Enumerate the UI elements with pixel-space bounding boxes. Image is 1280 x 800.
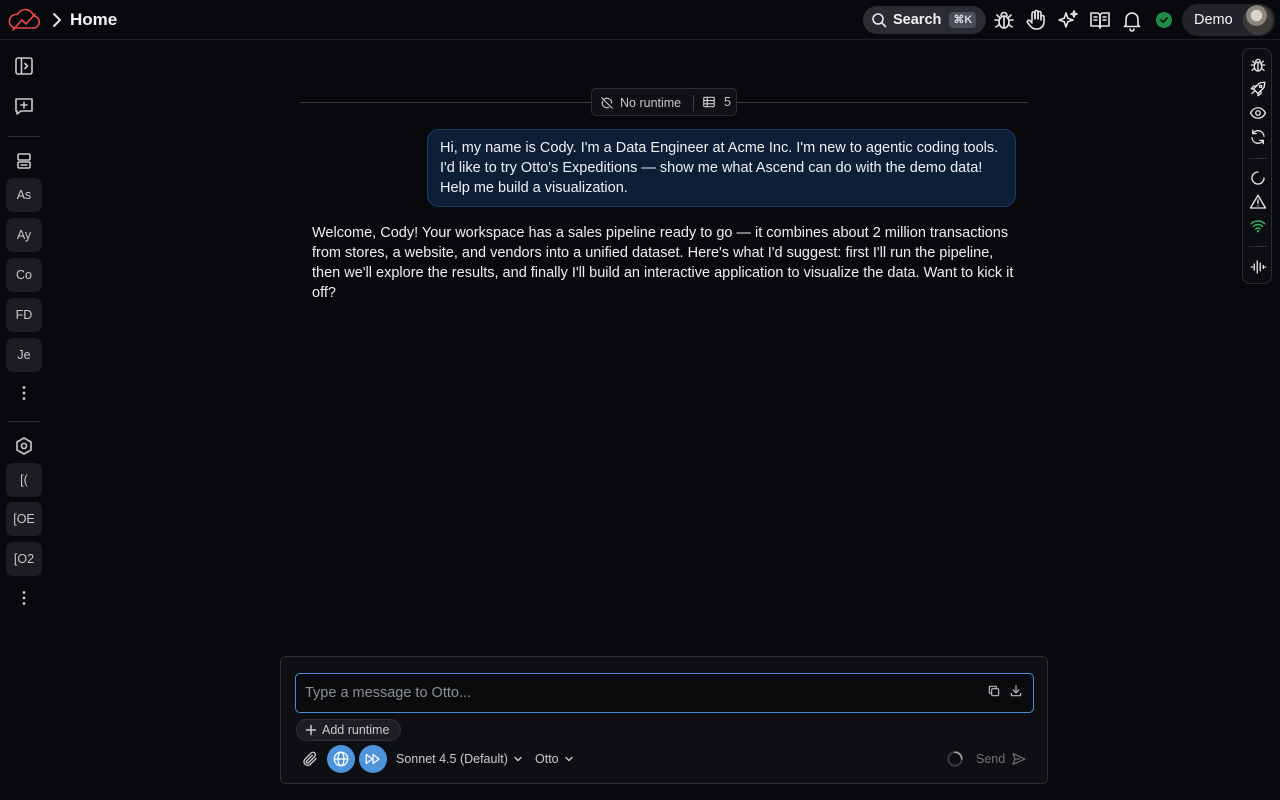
book-icon[interactable] (1088, 8, 1112, 32)
more-workspaces-icon[interactable] (14, 588, 34, 608)
auto-run-toggle[interactable] (359, 745, 387, 773)
user-message: Hi, my name is Cody. I'm a Data Engineer… (427, 129, 1016, 207)
more-projects-icon[interactable] (14, 383, 34, 403)
bug-icon[interactable] (992, 8, 1016, 32)
download-icon[interactable] (1009, 684, 1023, 698)
tables-button[interactable]: 5 (702, 94, 731, 110)
fast-forward-icon (364, 750, 382, 768)
sidebar-item-project[interactable]: Co (6, 258, 42, 292)
debug-icon[interactable] (1249, 56, 1267, 74)
top-bar: Home Search ⌘K Demo (0, 0, 1280, 40)
hexagon-settings-icon[interactable] (12, 434, 36, 458)
breadcrumb-chevron-icon (50, 12, 64, 28)
loading-spinner-icon (946, 750, 964, 768)
copy-icon[interactable] (987, 684, 1001, 698)
sidebar-item-project[interactable]: Ay (6, 218, 42, 252)
plus-icon (305, 724, 317, 736)
server-icon[interactable] (12, 149, 36, 173)
chevron-down-icon (508, 754, 523, 764)
rail-divider (1249, 246, 1267, 247)
sidebar-item-workspace[interactable]: [OE (6, 502, 42, 536)
sidebar-item-project[interactable]: As (6, 178, 42, 212)
agent-label: Otto (535, 752, 559, 766)
runtime-status-bar: No runtime 5 (591, 88, 737, 116)
wifi-icon[interactable] (1249, 217, 1267, 235)
new-chat-icon[interactable] (12, 94, 36, 118)
table-count: 5 (724, 95, 731, 109)
model-label: Sonnet 4.5 (Default) (396, 752, 508, 766)
model-selector[interactable]: Sonnet 4.5 (Default) (396, 751, 523, 767)
ascend-logo-icon[interactable] (7, 7, 41, 33)
loading-icon[interactable] (1249, 169, 1267, 187)
sparkles-icon[interactable] (1056, 8, 1080, 32)
runtime-selector[interactable]: No runtime (600, 95, 681, 111)
eye-icon[interactable] (1249, 104, 1267, 122)
sidebar-divider (8, 136, 40, 137)
rail-divider (1249, 158, 1267, 159)
agent-selector[interactable]: Otto (535, 751, 574, 767)
table-icon (702, 95, 716, 109)
runtime-separator (693, 95, 694, 111)
sidebar-item-workspace[interactable]: [O2 (6, 542, 42, 576)
message-composer: Add runtime Sonnet 4.5 (Default) Otto (280, 656, 1048, 784)
rocket-icon[interactable] (1249, 80, 1267, 98)
hand-icon[interactable] (1024, 8, 1048, 32)
search-shortcut: ⌘K (949, 12, 977, 28)
bell-icon[interactable] (1120, 8, 1144, 32)
send-icon (1011, 751, 1027, 767)
search-button[interactable]: Search ⌘K (863, 6, 986, 34)
status-check-icon[interactable] (1156, 12, 1172, 28)
add-runtime-button[interactable]: Add runtime (296, 719, 401, 741)
user-name: Demo (1194, 12, 1233, 28)
runtime-label: No runtime (620, 96, 682, 110)
search-label: Search (893, 12, 942, 28)
assistant-message: Welcome, Cody! Your workspace has a sale… (312, 225, 1014, 301)
sidebar-item-project[interactable]: Je (6, 338, 42, 372)
sidebar-item-workspace[interactable]: [( (6, 463, 42, 497)
waveform-icon[interactable] (1249, 258, 1267, 276)
send-button[interactable]: Send (976, 750, 1027, 768)
sidebar-item-project[interactable]: FD (6, 298, 42, 332)
send-label: Send (976, 752, 1006, 766)
header-divider (737, 102, 1028, 103)
add-runtime-label: Add runtime (322, 723, 390, 737)
panel-toggle-icon[interactable] (12, 54, 36, 78)
refresh-icon[interactable] (1249, 128, 1267, 146)
user-menu[interactable]: Demo (1182, 4, 1275, 36)
warning-icon[interactable] (1249, 193, 1267, 211)
header-divider (300, 102, 591, 103)
search-icon (871, 12, 887, 28)
chevron-down-icon (559, 754, 574, 764)
page-title: Home (70, 10, 118, 29)
web-search-toggle[interactable] (327, 745, 355, 773)
sidebar-divider (8, 421, 40, 422)
avatar (1243, 5, 1273, 35)
right-tool-rail (1242, 48, 1272, 284)
message-input[interactable] (295, 673, 1034, 713)
paperclip-icon[interactable] (301, 750, 319, 768)
globe-icon (332, 750, 350, 768)
no-runtime-icon (600, 96, 614, 110)
